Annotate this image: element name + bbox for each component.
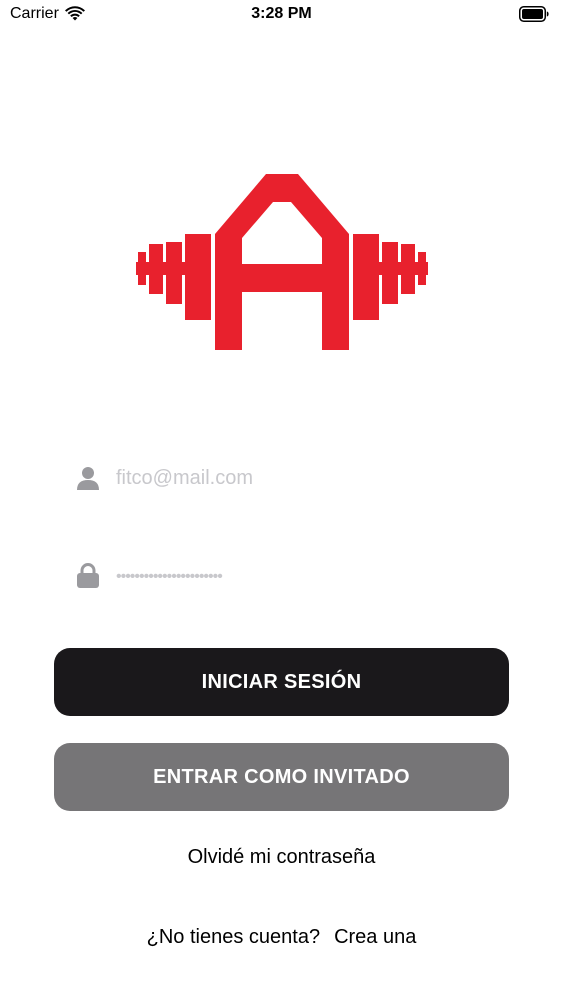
status-bar: Carrier 3:28 PM	[0, 0, 563, 30]
password-input[interactable]	[116, 563, 456, 587]
email-input[interactable]	[116, 466, 456, 490]
user-icon	[77, 467, 99, 490]
guest-login-button[interactable]: ENTRAR COMO INVITADO	[54, 743, 509, 811]
create-account-link[interactable]: Crea una	[334, 926, 416, 948]
login-screen: Carrier 3:28 PM fitco@mail.com •••••••••…	[0, 0, 563, 1000]
email-field	[74, 458, 474, 498]
signup-row: ¿No tienes cuenta? Crea una	[0, 926, 563, 949]
lock-icon	[77, 563, 99, 588]
clock: 3:28 PM	[251, 5, 312, 22]
battery-icon	[519, 6, 549, 22]
login-button[interactable]: INICIAR SESIÓN	[54, 648, 509, 716]
no-account-text: ¿No tienes cuenta?	[146, 926, 321, 948]
forgot-password-row: Olvidé mi contraseña	[0, 846, 563, 869]
barbell-a-logo	[136, 174, 428, 350]
forgot-password-link[interactable]: Olvidé mi contraseña	[188, 846, 376, 868]
password-field	[74, 555, 474, 595]
